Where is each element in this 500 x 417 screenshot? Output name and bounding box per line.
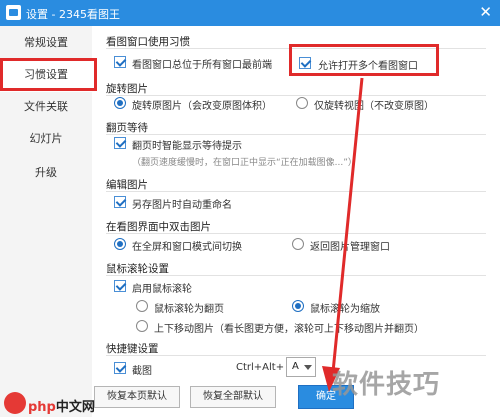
enable-wheel-label: 启用鼠标滚轮: [132, 284, 192, 295]
smart-hint-description: （翻页速度缓慢时，在窗口正中显示“正在加载图像...”）: [132, 158, 357, 168]
section-title-paging: 翻页等待: [106, 122, 148, 134]
hotkey-key-value: A: [292, 361, 299, 372]
section-title-hotkey: 快捷键设置: [106, 343, 159, 355]
sidebar-item-slideshow[interactable]: 幻灯片: [0, 122, 92, 156]
sidebar-item-upgrade[interactable]: 升级: [0, 156, 92, 190]
php-logo-icon: [4, 392, 26, 414]
section-title-habit: 看图窗口使用习惯: [106, 36, 190, 48]
always-on-top-checkbox[interactable]: [114, 56, 126, 68]
section-divider: [106, 355, 486, 356]
restore-all-default-button[interactable]: 恢复全部默认: [190, 386, 276, 408]
hotkey-combo-label: Ctrl+Alt+: [236, 362, 285, 373]
wheel-page-radio[interactable]: [136, 300, 148, 312]
wheel-move-radio[interactable]: [136, 320, 148, 332]
app-logo-icon: [6, 5, 21, 20]
rotate-view-radio[interactable]: [296, 97, 308, 109]
return-manager-radio[interactable]: [292, 238, 304, 250]
return-manager-label: 返回图片管理窗口: [310, 242, 390, 253]
enable-wheel-checkbox[interactable]: [114, 280, 126, 292]
sidebar-item-general[interactable]: 常规设置: [0, 26, 92, 60]
watermark-text: 软件技巧: [332, 370, 441, 400]
rotate-image-radio[interactable]: [114, 97, 126, 109]
smart-hint-label: 翻页时智能显示等待提示: [132, 141, 242, 152]
auto-rename-label: 另存图片时自动重命名: [132, 200, 232, 211]
section-divider: [106, 191, 486, 192]
wheel-zoom-radio[interactable]: [292, 300, 304, 312]
rotate-image-label: 旋转原图片（会改变原图体积）: [132, 101, 272, 112]
highlight-habit-tab: [0, 58, 97, 91]
wheel-zoom-label: 鼠标滚轮为缩放: [310, 304, 380, 315]
close-icon[interactable]: ✕: [479, 3, 492, 21]
section-divider: [106, 275, 486, 276]
title-bar: 设置 - 2345看图王 ✕: [0, 0, 500, 26]
section-divider: [106, 134, 486, 135]
highlight-multi-window: [289, 44, 439, 76]
hotkey-key-select[interactable]: A: [286, 357, 316, 377]
section-divider: [106, 95, 486, 96]
watermark-site-suffix: 中文网: [55, 400, 95, 415]
sidebar-item-file-association[interactable]: 文件关联: [0, 90, 92, 124]
rotate-view-label: 仅旋转视图（不改变原图）: [314, 101, 434, 112]
screenshot-hotkey-checkbox[interactable]: [114, 362, 126, 374]
screenshot-hotkey-label: 截图: [132, 366, 152, 377]
toggle-fullscreen-label: 在全屏和窗口模式间切换: [132, 242, 242, 253]
wheel-page-label: 鼠标滚轮为翻页: [154, 304, 224, 315]
section-title-wheel: 鼠标滚轮设置: [106, 263, 169, 275]
chevron-down-icon: [304, 365, 312, 370]
section-divider: [106, 233, 486, 234]
window-title: 设置 - 2345看图王: [26, 8, 120, 21]
smart-hint-checkbox[interactable]: [114, 137, 126, 149]
watermark-site-brand: php: [28, 400, 56, 415]
section-title-edit: 编辑图片: [106, 179, 148, 191]
toggle-fullscreen-radio[interactable]: [114, 238, 126, 250]
section-title-dblclick: 在看图界面中双击图片: [106, 221, 211, 233]
auto-rename-checkbox[interactable]: [114, 196, 126, 208]
restore-page-default-button[interactable]: 恢复本页默认: [94, 386, 180, 408]
always-on-top-label: 看图窗口总位于所有窗口最前端: [132, 60, 272, 71]
wheel-move-label: 上下移动图片（看长图更方便，滚轮可上下移动图片并翻页）: [154, 324, 424, 335]
watermark-site: php中文网: [28, 396, 95, 415]
section-title-rotate: 旋转图片: [106, 83, 148, 95]
